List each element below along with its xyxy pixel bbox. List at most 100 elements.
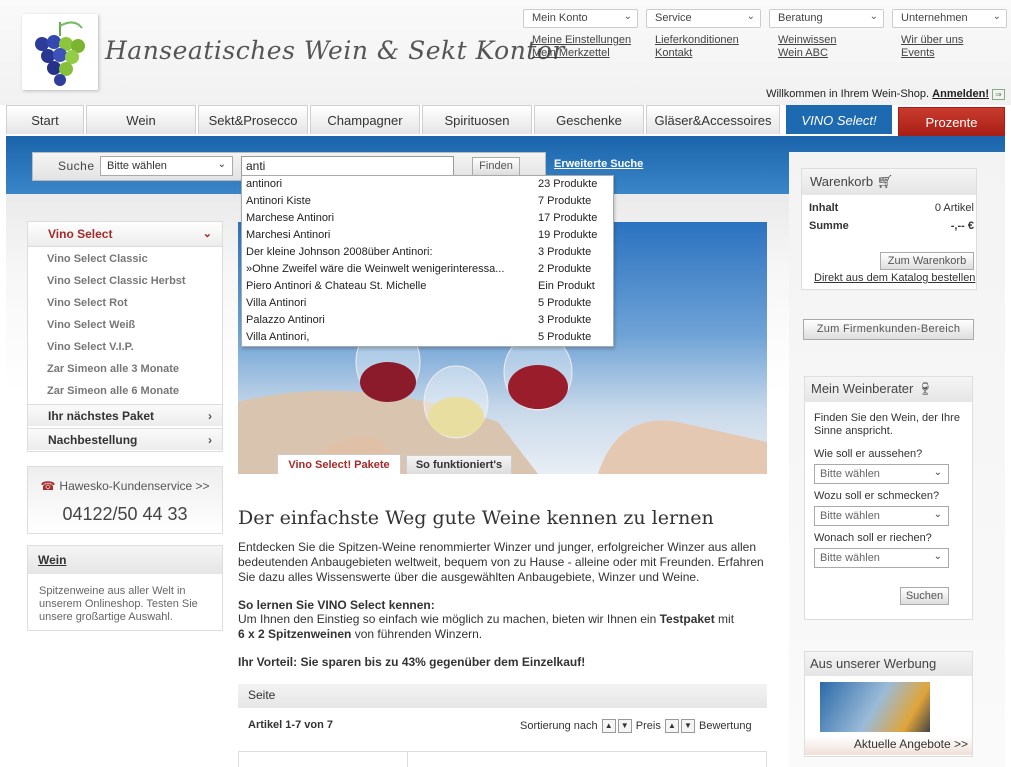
- tab-so-funktionierts[interactable]: So funktioniert's: [406, 455, 512, 474]
- ads-title: Aus unserer Werbung: [805, 652, 972, 676]
- tab-glaeser-accessoires[interactable]: Gläser&Accessoires: [646, 105, 780, 134]
- sidebar-item-vino-select-classic-herbst[interactable]: Vino Select Classic Herbst: [47, 275, 186, 287]
- sort-label: Sortierung nach: [520, 719, 598, 732]
- link-mein-merkzettel[interactable]: Mein Merkzettel: [532, 47, 631, 60]
- sidebar-item-vino-select-classic[interactable]: Vino Select Classic: [47, 253, 148, 265]
- cart-title: Warenkorb 🛒︎: [802, 169, 976, 195]
- menu-unternehmen[interactable]: Unternehmen ⌄: [892, 9, 1007, 28]
- link-events[interactable]: Events: [901, 47, 963, 60]
- sidebar-item-nachbestellung[interactable]: Nachbestellung ›: [28, 428, 222, 450]
- menu-service[interactable]: Service ⌄: [646, 9, 761, 28]
- logo-image[interactable]: [22, 14, 98, 90]
- catalog-order-link[interactable]: Direkt aus dem Katalog bestellen: [814, 272, 975, 284]
- advisor-search-button[interactable]: Suchen: [900, 587, 949, 605]
- sort-price-desc-icon[interactable]: ▼: [617, 719, 632, 733]
- autocomplete-item[interactable]: »Ohne Zweifel wäre die Weinwelt wenigeri…: [246, 261, 608, 278]
- wine-advisor-intro: Finden Sie den Wein, der Ihre Sinne ansp…: [814, 412, 960, 437]
- main-nav: Start Wein Sekt&Prosecco Champagner Spir…: [6, 105, 1005, 136]
- link-wir-ueber-uns[interactable]: Wir über uns: [901, 34, 963, 47]
- link-wein-abc[interactable]: Wein ABC: [778, 47, 837, 60]
- left-nav-head[interactable]: Vino Select ⌄: [28, 222, 222, 247]
- advisor-question-taste: Wozu soll er schmecken?: [814, 490, 940, 502]
- autocomplete-item[interactable]: Villa Antinori 5 Produkte: [246, 295, 608, 312]
- tab-geschenke[interactable]: Geschenke: [534, 105, 644, 134]
- wein-box-link[interactable]: Wein: [28, 546, 222, 574]
- autocomplete-item[interactable]: Marchese Antinori 17 Produkte: [246, 210, 608, 227]
- cart-title-label: Warenkorb: [810, 174, 874, 189]
- text-fragment: Um Ihnen den Einstieg so einfach wie mög…: [238, 612, 660, 626]
- advisor-select-look[interactable]: Bitte wählen ⌄: [814, 464, 949, 484]
- autocomplete-term: Villa Antinori,: [246, 331, 310, 343]
- sidebar-item-vino-select-weiss[interactable]: Vino Select Weiß: [47, 319, 135, 331]
- page-headline: Der einfachste Weg gute Weine kennen zu …: [238, 507, 714, 529]
- sidebar-row-label: Nachbestellung: [48, 433, 138, 447]
- chevron-right-icon: ›: [208, 433, 212, 447]
- text-fragment: 6 x 2 Spitzenweinen: [238, 627, 352, 641]
- sidebar-item-zar-simeon-3[interactable]: Zar Simeon alle 3 Monate: [47, 363, 179, 375]
- autocomplete-term: Piero Antinori & Chateau St. Michelle: [246, 280, 427, 292]
- autocomplete-item[interactable]: Der kleine Johnson 2008über Antinori: 3 P…: [246, 244, 608, 261]
- tab-spirituosen[interactable]: Spirituosen: [422, 105, 532, 134]
- sidebar-item-vino-select-rot[interactable]: Vino Select Rot: [47, 297, 127, 309]
- autocomplete-item[interactable]: Piero Antinori & Chateau St. Michelle Ein…: [246, 278, 608, 295]
- tab-wein[interactable]: Wein: [86, 105, 196, 134]
- sidebar-item-vino-select-vip[interactable]: Vino Select V.I.P.: [47, 341, 134, 353]
- to-cart-button[interactable]: Zum Warenkorb: [880, 252, 974, 270]
- tab-champagner[interactable]: Champagner: [310, 105, 420, 134]
- search-input[interactable]: [241, 156, 454, 176]
- customer-service-link[interactable]: ☎ Hawesko-Kundenservice >>: [27, 479, 223, 493]
- links-mein-konto: Meine Einstellungen Mein Merkzettel: [532, 34, 631, 60]
- cart-sum-row: Summe -,-- €: [809, 220, 974, 232]
- search-category-select[interactable]: Bitte wählen ⌄: [100, 156, 233, 176]
- link-meine-einstellungen[interactable]: Meine Einstellungen: [532, 34, 631, 47]
- sort-rating-desc-icon[interactable]: ▼: [680, 719, 695, 733]
- sidebar-row-label: Ihr nächstes Paket: [48, 409, 155, 423]
- find-button[interactable]: Finden: [472, 157, 520, 176]
- cart-content-label: Inhalt: [809, 202, 839, 214]
- autocomplete-count: 2 Produkte: [538, 263, 592, 275]
- chevron-down-icon: ⌄: [202, 228, 212, 240]
- service-phone-number: 04122/50 44 33: [62, 504, 188, 524]
- advisor-select-smell[interactable]: Bitte wählen ⌄: [814, 548, 949, 568]
- sort-price-label: Preis: [635, 719, 661, 732]
- chevron-down-icon: ⌄: [992, 11, 1001, 22]
- menu-beratung[interactable]: Beratung ⌄: [769, 9, 884, 28]
- sort-rating-asc-icon[interactable]: ▲: [664, 719, 679, 733]
- autocomplete-item[interactable]: Villa Antinori, 5 Produkte: [246, 329, 608, 346]
- tab-start[interactable]: Start: [6, 105, 84, 134]
- login-link[interactable]: Anmelden!: [932, 88, 989, 100]
- autocomplete-item[interactable]: antinori 23 Produkte: [246, 176, 608, 193]
- autocomplete-count: 5 Produkte: [538, 297, 592, 309]
- autocomplete-term: Der kleine Johnson 2008über Antinori:: [246, 246, 433, 258]
- ads-catalog-image[interactable]: [820, 682, 930, 732]
- link-kontakt[interactable]: Kontakt: [655, 47, 739, 60]
- link-lieferkonditionen[interactable]: Lieferkonditionen: [655, 34, 739, 47]
- link-weinwissen[interactable]: Weinwissen: [778, 34, 837, 47]
- advanced-search-link[interactable]: Erweiterte Suche: [554, 158, 643, 170]
- tab-vino-select-pakete[interactable]: Vino Select! Pakete: [277, 454, 401, 474]
- tab-sekt-prosecco[interactable]: Sekt&Prosecco: [198, 105, 308, 134]
- login-arrow-icon[interactable]: ⇒: [992, 88, 1005, 100]
- text-fragment: von führenden Winzern.: [351, 627, 483, 641]
- business-customers-button[interactable]: Zum Firmenkunden-Bereich: [803, 319, 974, 340]
- autocomplete-term: Palazzo Antinori: [246, 314, 325, 326]
- autocomplete-item[interactable]: Marchesi Antinori 19 Produkte: [246, 227, 608, 244]
- cart-sum-label: Summe: [809, 220, 849, 232]
- autocomplete-item[interactable]: Palazzo Antinori 3 Produkte: [246, 312, 608, 329]
- tab-vino-select[interactable]: VINO Select!: [786, 105, 892, 134]
- tab-prozente[interactable]: Prozente: [898, 107, 1005, 136]
- advisor-question-look: Wie soll er aussehen?: [814, 448, 923, 460]
- menu-mein-konto[interactable]: Mein Konto ⌄: [523, 9, 638, 28]
- current-offers-link[interactable]: Aktuelle Angebote >>: [805, 736, 972, 755]
- intro-subheading: So lernen Sie VINO Select kennen:: [238, 598, 435, 612]
- autocomplete-term: antinori: [246, 178, 283, 190]
- sidebar-item-naechstes-paket[interactable]: Ihr nächstes Paket ›: [28, 404, 222, 426]
- sort-price-asc-icon[interactable]: ▲: [601, 719, 616, 733]
- logo-text[interactable]: Hanseatisches Wein & Sekt Kontor: [105, 36, 565, 65]
- autocomplete-item[interactable]: Antinori Kiste 7 Produkte: [246, 193, 608, 210]
- chevron-down-icon: ⌄: [217, 159, 226, 170]
- sidebar-item-zar-simeon-6[interactable]: Zar Simeon alle 6 Monate: [47, 385, 179, 397]
- advisor-select-taste[interactable]: Bitte wählen ⌄: [814, 506, 949, 526]
- cart-sum-value: -,-- €: [950, 220, 974, 232]
- phone-icon: ☎: [40, 479, 56, 493]
